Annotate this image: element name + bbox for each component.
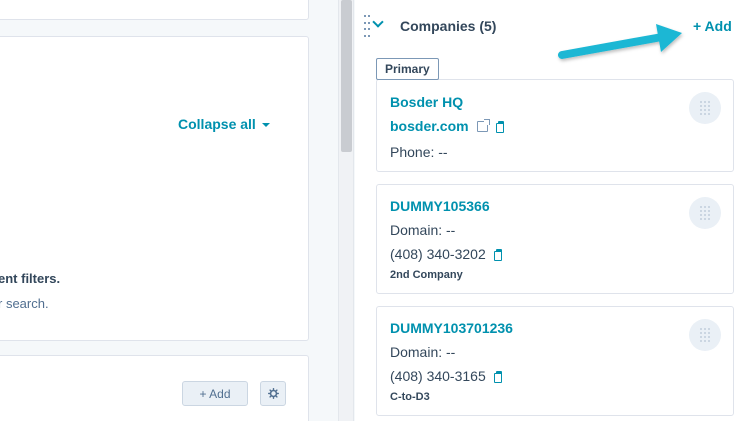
- collapse-all-label: Collapse all: [178, 116, 256, 132]
- company-domain: Domain: --: [390, 222, 456, 238]
- gear-icon: [267, 388, 279, 399]
- company-domain-row: bosder.com: [390, 118, 504, 134]
- association-label: 2nd Company: [390, 269, 463, 281]
- external-link-icon[interactable]: [476, 118, 490, 132]
- add-company-button[interactable]: + Add: [693, 18, 732, 34]
- building-icon: [699, 327, 711, 343]
- company-domain: Domain: --: [390, 344, 456, 360]
- caret-down-icon: [261, 123, 270, 127]
- empty-state-title: ent filters.: [0, 271, 61, 286]
- company-logo: [689, 197, 721, 229]
- left-card-top: [0, 0, 309, 20]
- company-name-link[interactable]: DUMMY103701236: [390, 320, 513, 336]
- company-phone: (408) 340-3165: [390, 368, 486, 384]
- empty-state-subtitle: r search.: [0, 296, 49, 311]
- company-card: Bosder HQ bosder.com Phone: --: [376, 79, 734, 172]
- primary-tag: Primary: [376, 58, 439, 80]
- company-logo: [689, 319, 721, 351]
- company-card: DUMMY103701236 Domain: -- (408) 340-3165…: [376, 306, 734, 416]
- company-phone: (408) 340-3202: [390, 246, 486, 262]
- copy-icon[interactable]: [495, 121, 504, 133]
- collapse-all-button[interactable]: Collapse all: [178, 116, 270, 132]
- copy-icon[interactable]: [493, 371, 502, 383]
- settings-button[interactable]: [260, 381, 286, 406]
- association-label: C-to-D3: [390, 391, 430, 403]
- companies-section-title[interactable]: Companies (5): [400, 18, 496, 34]
- scrollbar[interactable]: [338, 0, 354, 421]
- building-icon: [699, 205, 711, 221]
- scrollbar-thumb[interactable]: [341, 0, 352, 152]
- add-button[interactable]: + Add: [182, 381, 248, 406]
- drag-handle-icon[interactable]: [364, 15, 370, 39]
- company-card: DUMMY105366 Domain: -- (408) 340-3202 2n…: [376, 184, 734, 294]
- company-domain-link[interactable]: bosder.com: [390, 118, 469, 134]
- company-logo: [689, 92, 721, 124]
- company-phone-row: (408) 340-3165: [390, 368, 502, 384]
- company-phone: Phone: --: [390, 144, 448, 160]
- building-icon: [699, 100, 711, 116]
- company-phone-row: (408) 340-3202: [390, 246, 502, 262]
- company-name-link[interactable]: DUMMY105366: [390, 198, 490, 214]
- company-name-link[interactable]: Bosder HQ: [390, 94, 463, 110]
- copy-icon[interactable]: [493, 249, 502, 261]
